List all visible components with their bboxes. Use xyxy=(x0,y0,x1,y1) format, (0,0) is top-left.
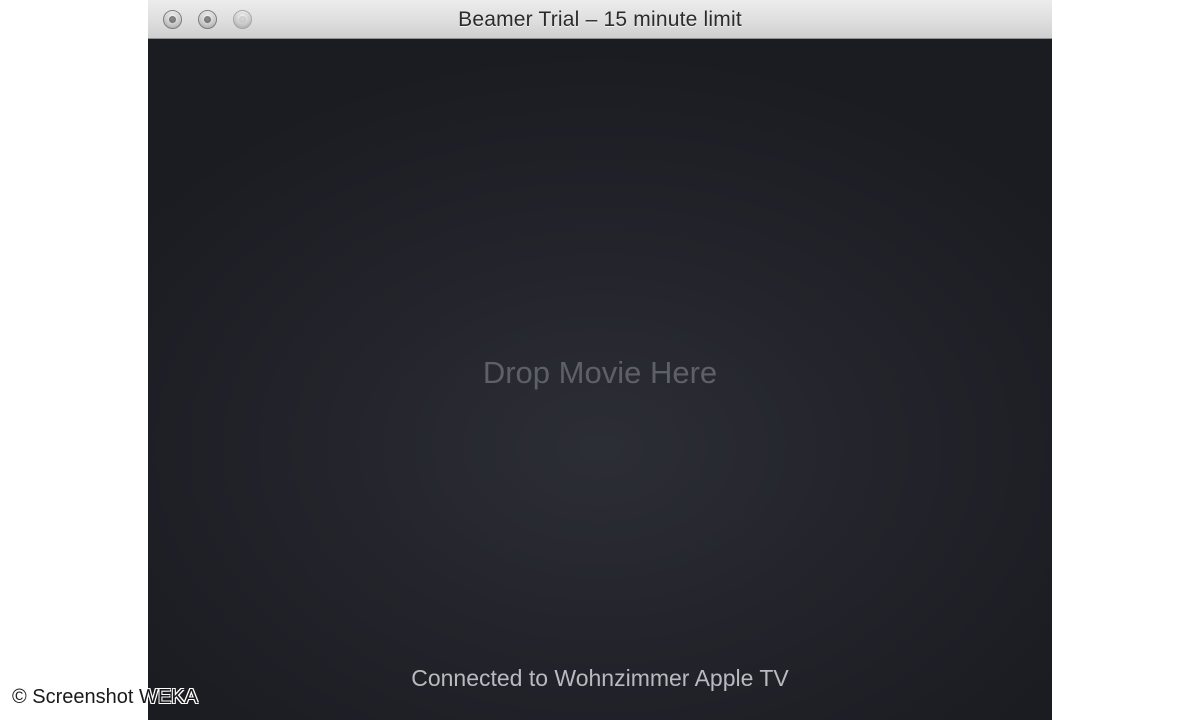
connection-status: Connected to Wohnzimmer Apple TV xyxy=(411,665,789,691)
copyright-watermark: © Screenshot WEKA xyxy=(12,686,198,708)
screenshot-stage: Beamer Trial – 15 minute limit Drop Movi… xyxy=(0,0,1200,720)
drop-movie-prompt: Drop Movie Here xyxy=(482,355,718,390)
window-titlebar[interactable]: Beamer Trial – 15 minute limit xyxy=(148,0,1052,39)
window-title: Beamer Trial – 15 minute limit xyxy=(458,8,742,31)
app-window: Beamer Trial – 15 minute limit Drop Movi… xyxy=(148,0,1052,720)
movie-drop-area[interactable]: Drop Movie Here Connected to Wohnzimmer … xyxy=(148,39,1052,720)
